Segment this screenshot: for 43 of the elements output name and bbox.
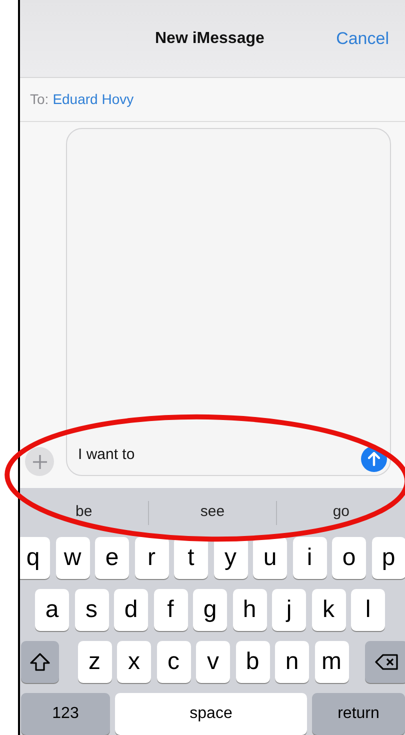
keyboard-key[interactable]: t xyxy=(174,537,208,579)
keyboard-key[interactable]: d xyxy=(114,589,148,631)
suggestion[interactable]: go xyxy=(277,501,405,524)
keyboard-key[interactable]: g xyxy=(193,589,227,631)
keyboard-key[interactable]: q xyxy=(20,537,50,579)
keyboard-key[interactable]: o xyxy=(332,537,366,579)
keyboard-key[interactable]: c xyxy=(156,641,190,683)
keyboard-key[interactable]: n xyxy=(275,641,309,683)
to-label: To: xyxy=(30,90,49,109)
keyboard-key[interactable]: z xyxy=(78,641,112,683)
numbers-key[interactable]: 123 xyxy=(21,693,110,735)
keyboard-key[interactable]: h xyxy=(232,589,266,631)
message-field[interactable]: I want to xyxy=(66,128,391,476)
keyboard-key[interactable]: k xyxy=(312,589,346,631)
suggestion[interactable]: see xyxy=(148,501,276,524)
backspace-icon xyxy=(374,653,398,671)
arrow-up-icon xyxy=(368,452,380,466)
keyboard-key[interactable]: s xyxy=(74,589,108,631)
plus-icon xyxy=(32,454,46,468)
add-button[interactable] xyxy=(25,447,54,476)
keyboard-key[interactable]: x xyxy=(117,641,151,683)
message-text: I want to xyxy=(78,444,135,464)
keyboard-key[interactable]: f xyxy=(154,589,188,631)
keyboard-key[interactable]: e xyxy=(95,537,129,579)
shift-icon xyxy=(29,652,51,672)
keyboard-key[interactable]: i xyxy=(292,537,326,579)
shift-key[interactable] xyxy=(21,641,59,683)
suggestion[interactable]: be xyxy=(20,501,148,524)
keyboard-key[interactable]: r xyxy=(134,537,168,579)
keyboard-key[interactable]: a xyxy=(35,589,69,631)
return-key[interactable]: return xyxy=(312,693,405,735)
keyboard-key[interactable]: v xyxy=(196,641,230,683)
keyboard-key[interactable]: j xyxy=(272,589,306,631)
keyboard-key[interactable]: p xyxy=(372,537,405,579)
space-key[interactable]: space xyxy=(115,693,307,735)
keyboard-key[interactable]: m xyxy=(314,641,348,683)
recipient-name[interactable]: Eduard Hovy xyxy=(52,89,134,110)
keyboard-key[interactable]: l xyxy=(351,589,385,631)
keyboard-key[interactable]: b xyxy=(236,641,270,683)
delete-key[interactable] xyxy=(365,641,405,683)
keyboard-key[interactable]: u xyxy=(253,537,287,579)
keyboard-key[interactable]: w xyxy=(56,537,90,579)
window-title: New iMessage xyxy=(155,28,264,48)
